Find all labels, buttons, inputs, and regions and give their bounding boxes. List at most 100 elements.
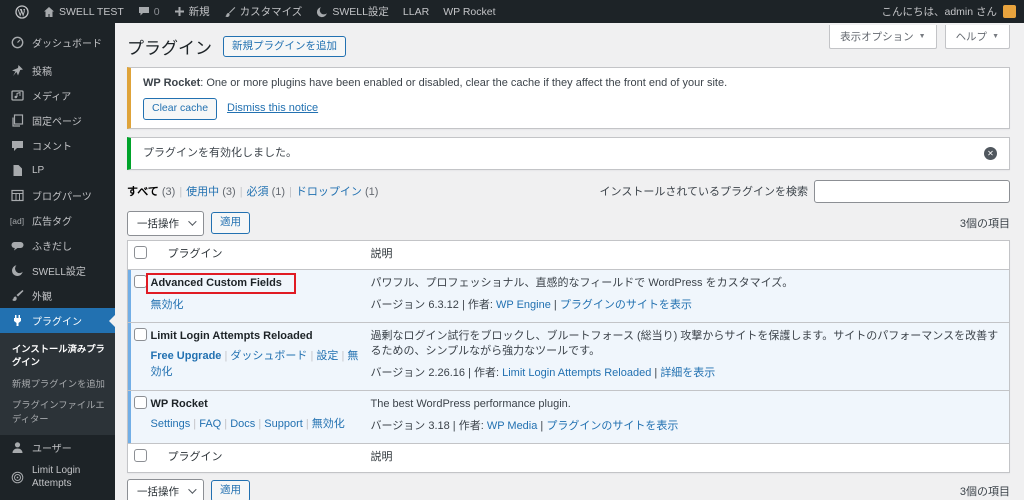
sidebar-item-fukidashi[interactable]: ふきだし — [0, 233, 115, 258]
filter-active[interactable]: 使用中 — [186, 186, 219, 198]
chevron-down-icon: ▼ — [992, 33, 999, 40]
sidebar-item-blog-parts[interactable]: ブログパーツ — [0, 183, 115, 208]
plugin-action-link[interactable]: Settings — [151, 418, 191, 430]
llar-menu[interactable]: LLAR — [396, 0, 436, 23]
chevron-down-icon: ▼ — [918, 33, 926, 40]
chevron-down-icon — [188, 485, 197, 494]
plugin-description: The best WordPress performance plugin. — [370, 397, 571, 410]
filter-all[interactable]: すべて — [127, 186, 159, 198]
sidebar-item-posts[interactable]: 投稿 — [0, 58, 115, 83]
wp-rocket-menu[interactable]: WP Rocket — [436, 0, 502, 23]
plugin-author-link[interactable]: WP Media — [487, 420, 538, 432]
swell-settings-menu[interactable]: SWELL設定 — [309, 0, 396, 23]
page-icon — [10, 164, 24, 177]
sidebar-item-appearance[interactable]: 外観 — [0, 283, 115, 308]
sidebar-item-plugins[interactable]: プラグイン — [0, 308, 115, 333]
plugin-status-filters: すべて (3) | 使用中 (3) | 必須 (1) | ドロップイン (1) — [127, 186, 379, 199]
bulk-actions-select-bottom[interactable]: 一括操作 — [127, 478, 204, 500]
plugin-checkbox[interactable] — [134, 327, 147, 341]
site-name: SWELL TEST — [59, 5, 124, 18]
comments-menu[interactable]: 0 — [131, 0, 167, 23]
media-icon — [10, 89, 24, 102]
plugin-row: Limit Login Attempts Reloaded Free Upgrad… — [127, 321, 1010, 391]
limit-login-icon — [10, 471, 24, 484]
home-icon — [44, 6, 54, 17]
add-new-plugin-button[interactable]: 新規プラグインを追加 — [223, 35, 346, 58]
sidebar-item-swell-settings[interactable]: SWELL設定 — [0, 258, 115, 283]
plugin-icon — [10, 314, 24, 327]
howdy-greeting[interactable]: こんにちは、admin さん — [881, 4, 997, 19]
swell-icon — [317, 6, 328, 17]
items-count-bottom: 3個の項目 — [959, 486, 1010, 499]
swell-label: SWELL設定 — [332, 6, 389, 18]
wordpress-logo-icon[interactable] — [8, 0, 36, 23]
sidebar-item-lp[interactable]: LP — [0, 158, 115, 183]
plugin-description: パワフル、プロフェッショナル、直感的なフィールドで WordPress をカスタ… — [370, 276, 794, 289]
comment-icon — [138, 7, 149, 16]
plugins-table: プラグイン 説明 Advanced Custom Fields 無効化 パワフル、プ… — [127, 239, 1010, 473]
select-all-checkbox[interactable] — [134, 245, 147, 259]
submenu-installed-plugins[interactable]: インストール済みプラグイン — [0, 339, 115, 374]
customize-menu[interactable]: カスタマイズ — [217, 0, 310, 23]
column-footer-name: プラグイン — [147, 442, 363, 473]
plugin-checkbox[interactable] — [134, 395, 147, 409]
sidebar-item-limit-login[interactable]: Limit Login Attempts — [0, 460, 115, 494]
avatar[interactable] — [1003, 5, 1016, 18]
plugin-action-link[interactable]: Docs — [230, 418, 255, 430]
dismiss-notice-link[interactable]: Dismiss this notice — [227, 101, 318, 116]
plugin-search-input[interactable] — [814, 179, 1010, 203]
sidebar-item-pages[interactable]: 固定ページ — [0, 108, 115, 133]
plugin-author-link[interactable]: Limit Login Attempts Reloaded — [502, 367, 651, 379]
plugin-name: WP Rocket — [150, 397, 208, 410]
dashboard-icon — [10, 36, 24, 49]
sidebar-item-users[interactable]: ユーザー — [0, 435, 115, 460]
brush-icon — [224, 6, 235, 17]
plugin-action-link[interactable]: 無効化 — [312, 418, 345, 430]
plugin-action-link[interactable]: FAQ — [199, 418, 221, 430]
sidebar-item-comments[interactable]: コメント — [0, 133, 115, 158]
sidebar-item-ad-tags[interactable]: [ad] 広告タグ — [0, 208, 115, 233]
column-header-name[interactable]: プラグイン — [147, 240, 363, 270]
comments-icon — [10, 140, 24, 152]
page-title: プラグイン — [127, 39, 212, 58]
plugin-description: 過剰なログイン試行をブロックし、ブルートフォース (総当り) 攻撃からサイトを保… — [370, 329, 999, 357]
plugin-action-link[interactable]: Support — [264, 418, 303, 430]
plugin-action-link[interactable]: 無効化 — [151, 299, 184, 311]
wp-rocket-notice: WP Rocket: One or more plugins have been… — [127, 67, 1010, 129]
search-label: インストールされているプラグインを検索 — [599, 186, 808, 199]
sidebar-item-media[interactable]: メディア — [0, 83, 115, 108]
screen-options-button[interactable]: 表示オプション ▼ — [829, 25, 937, 49]
clear-cache-button[interactable]: Clear cache — [143, 98, 218, 120]
plugin-action-link[interactable]: ダッシュボード — [230, 350, 307, 362]
help-button[interactable]: ヘルプ ▼ — [944, 25, 1010, 49]
main-content: 表示オプション ▼ ヘルプ ▼ プラグイン 新規プラグインを追加 WP Rock… — [115, 23, 1024, 500]
dismiss-icon[interactable]: ✕ — [984, 146, 997, 160]
bulk-actions-select[interactable]: 一括操作 — [127, 210, 204, 236]
admin-sidebar: ダッシュボード 投稿 メディア 固定ページ コメント LP ブログパーツ [ad… — [0, 23, 115, 500]
plugin-author-link[interactable]: WP Engine — [496, 299, 551, 311]
plugin-site-link[interactable]: プラグインのサイトを表示 — [546, 420, 678, 432]
sidebar-item-dashboard[interactable]: ダッシュボード — [0, 30, 115, 55]
plugin-name-annotated: Advanced Custom Fields — [145, 272, 296, 294]
customize-label: カスタマイズ — [239, 6, 303, 18]
speech-bubble-icon — [10, 241, 24, 251]
plugin-action-link[interactable]: Free Upgrade — [151, 350, 222, 362]
filter-mustuse[interactable]: 必須 — [247, 186, 269, 198]
new-content-menu[interactable]: 新規 — [167, 0, 217, 23]
plugin-site-link[interactable]: 詳細を表示 — [660, 367, 715, 379]
submenu-plugin-file-editor[interactable]: プラグインファイルエディター — [0, 395, 115, 430]
apply-button[interactable]: 適用 — [211, 212, 250, 234]
filter-dropins[interactable]: ドロップイン — [296, 186, 362, 198]
pages-icon — [10, 114, 24, 127]
select-all-checkbox[interactable] — [134, 448, 147, 462]
site-menu[interactable]: SWELL TEST — [36, 0, 131, 23]
plugin-site-link[interactable]: プラグインのサイトを表示 — [560, 299, 692, 311]
grid-icon — [10, 189, 24, 202]
plugin-meta: バージョン 6.3.12 | 作者: WP Engine | プラグインのサイト… — [370, 298, 692, 311]
plugin-meta: バージョン 3.18 | 作者: WP Media | プラグインのサイトを表示 — [370, 419, 679, 432]
plugin-name: Limit Login Attempts Reloaded — [150, 329, 313, 342]
apply-button-bottom[interactable]: 適用 — [211, 480, 250, 500]
new-label: 新規 — [188, 6, 210, 18]
submenu-add-new-plugin[interactable]: 新規プラグインを追加 — [0, 374, 115, 395]
plugin-action-link[interactable]: 設定 — [316, 350, 338, 362]
